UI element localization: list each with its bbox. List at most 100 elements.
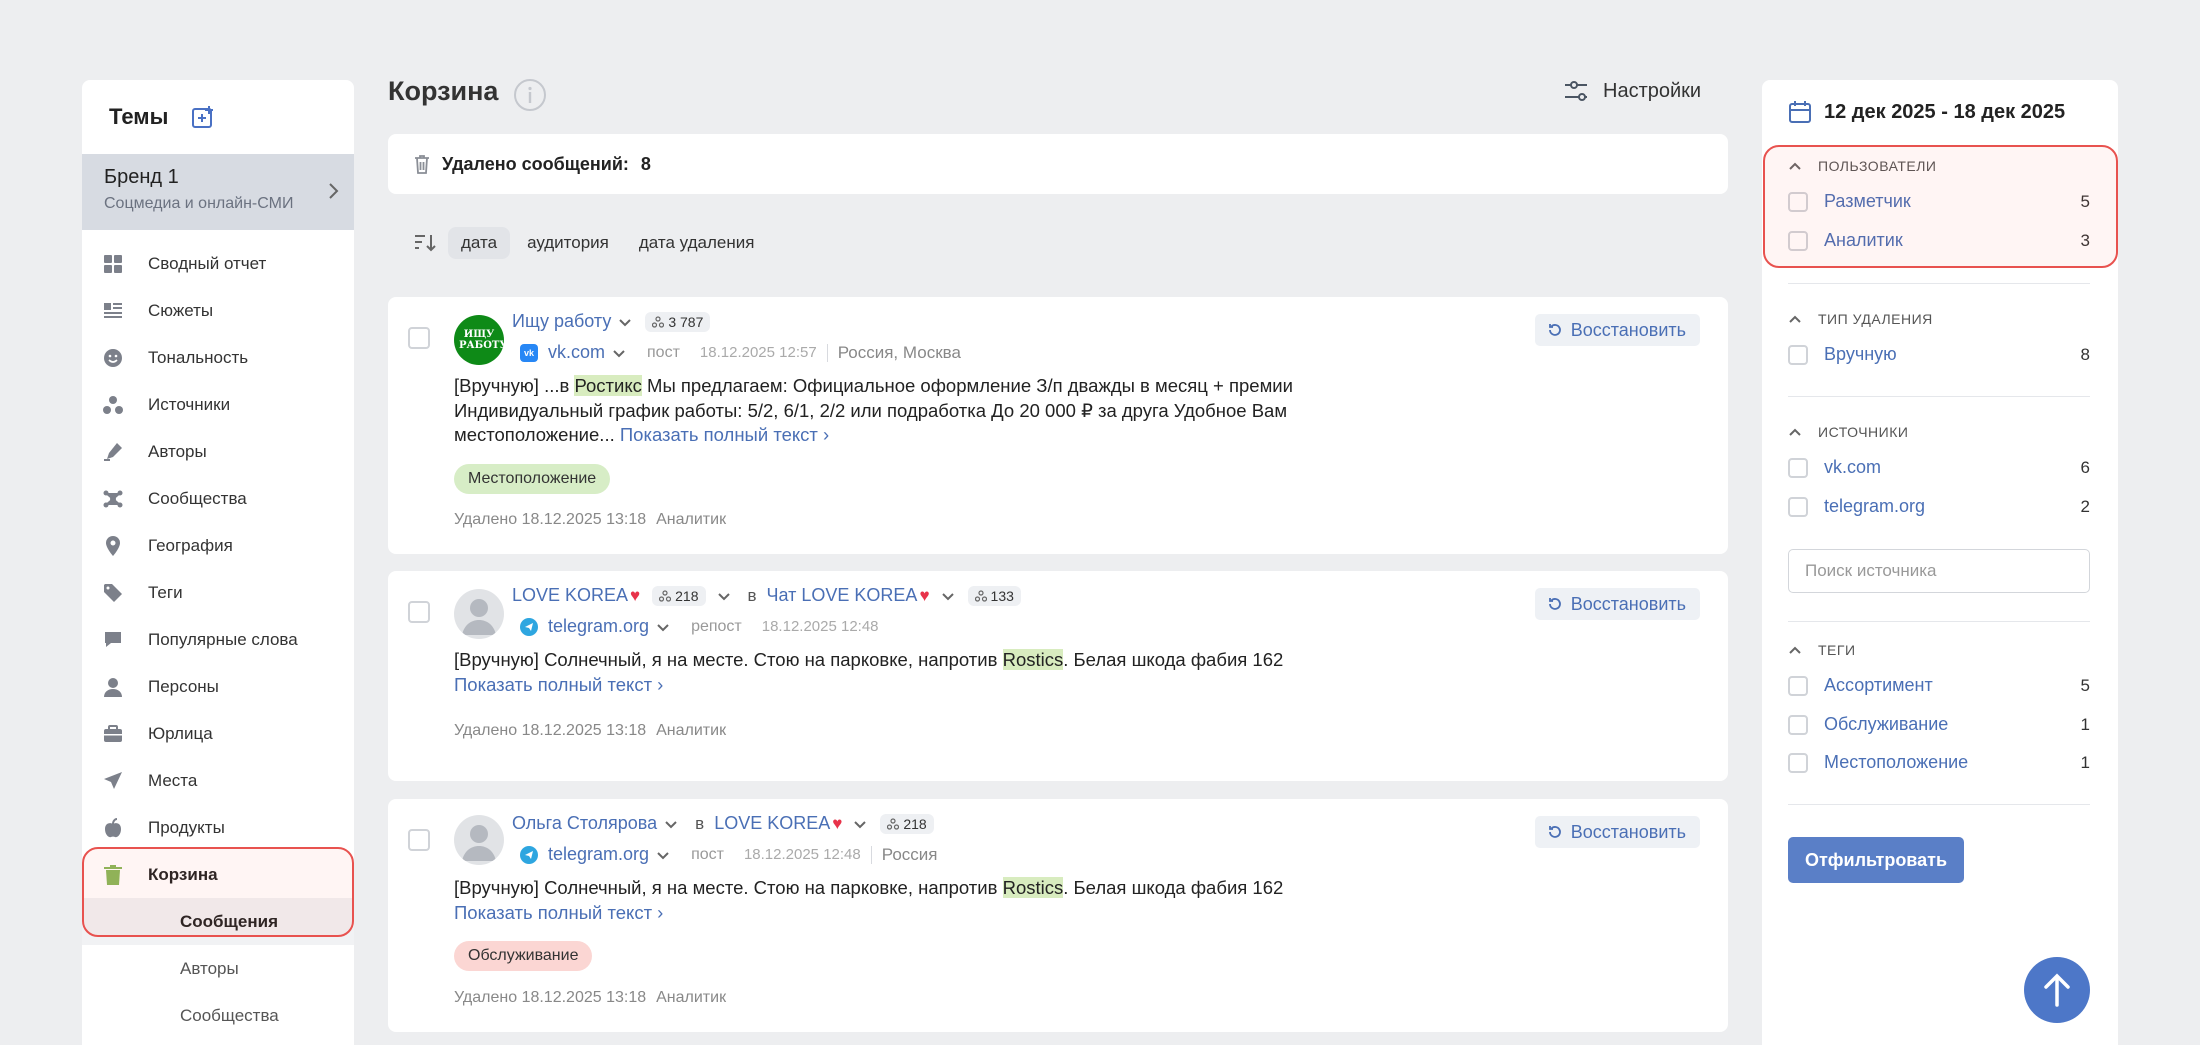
post-meta: telegram.org пост 18.12.2025 12:48 Росси… bbox=[520, 844, 937, 865]
scroll-to-top-button[interactable] bbox=[2024, 957, 2090, 1023]
sidebar-item-authors[interactable]: Авторы bbox=[82, 428, 354, 475]
author-link[interactable]: Ольга Столярова bbox=[512, 813, 657, 834]
sidebar-item-communities[interactable]: Сообщества bbox=[82, 475, 354, 522]
location-pin-icon bbox=[102, 535, 124, 557]
filter-option-tag[interactable]: Местоположение 1 bbox=[1788, 752, 2090, 773]
source-link[interactable]: vk.com bbox=[548, 342, 605, 363]
chevron-down-icon[interactable] bbox=[716, 588, 732, 604]
match-highlight: Ростикс bbox=[574, 375, 642, 396]
sidebar-item-label: Тональность bbox=[148, 347, 249, 367]
sidebar-item-geography[interactable]: География bbox=[82, 522, 354, 569]
post-tag[interactable]: Обслуживание bbox=[454, 941, 593, 971]
source-link[interactable]: telegram.org bbox=[548, 844, 649, 865]
audience-icon bbox=[974, 589, 987, 602]
show-full-text-link[interactable]: Показать полный текст › bbox=[620, 424, 829, 445]
filter-option-tag[interactable]: Обслуживание 1 bbox=[1788, 714, 2090, 735]
apply-filter-button[interactable]: Отфильтровать bbox=[1788, 837, 1964, 883]
sidebar-item-legal-entities[interactable]: Юрлица bbox=[82, 710, 354, 757]
post-tag[interactable]: Местоположение bbox=[454, 464, 611, 494]
community-link[interactable]: Чат LOVE KOREA bbox=[767, 585, 918, 606]
filter-section-sources[interactable]: ИСТОЧНИКИ bbox=[1788, 424, 1908, 440]
chevron-down-icon[interactable] bbox=[940, 588, 956, 604]
sort-icon[interactable] bbox=[412, 230, 438, 256]
filter-checkbox[interactable] bbox=[1788, 714, 1808, 735]
post-checkbox[interactable] bbox=[408, 829, 430, 851]
restore-button[interactable]: Восстановить bbox=[1534, 816, 1700, 848]
post-text: [Вручную] Солнечный, я на месте. Стою на… bbox=[454, 877, 1284, 923]
filter-checkbox[interactable] bbox=[1788, 752, 1808, 773]
community-link[interactable]: LOVE KOREA bbox=[714, 813, 830, 834]
filter-checkbox[interactable] bbox=[1788, 230, 1808, 251]
author-link[interactable]: Ищу работу bbox=[512, 311, 611, 332]
filter-option-source[interactable]: telegram.org 2 bbox=[1788, 496, 2090, 517]
show-full-text-link[interactable]: Показать полный текст › bbox=[454, 902, 663, 923]
filter-checkbox[interactable] bbox=[1788, 191, 1808, 212]
chevron-down-icon[interactable] bbox=[655, 619, 671, 635]
avatar[interactable] bbox=[454, 589, 504, 639]
sidebar-subitem-authors[interactable]: Авторы bbox=[82, 945, 354, 992]
info-icon[interactable] bbox=[513, 78, 547, 112]
filter-option-source[interactable]: vk.com 6 bbox=[1788, 457, 2090, 478]
source-link[interactable]: telegram.org bbox=[548, 616, 649, 637]
sidebar-item-persons[interactable]: Персоны bbox=[82, 663, 354, 710]
post-text: [Вручную] Солнечный, я на месте. Стою на… bbox=[454, 649, 1284, 695]
sidebar-item-sentiment[interactable]: Тональность bbox=[82, 334, 354, 381]
filter-checkbox[interactable] bbox=[1788, 457, 1808, 478]
heart-icon: ♥ bbox=[630, 585, 641, 605]
filter-section-users[interactable]: ПОЛЬЗОВАТЕЛИ bbox=[1788, 158, 1936, 174]
filter-checkbox[interactable] bbox=[1788, 675, 1808, 696]
post-header: Ольга Столярова в LOVE KOREA ♥ 218 bbox=[512, 813, 934, 834]
navigation-arrow-icon bbox=[102, 770, 124, 792]
source-search-input[interactable] bbox=[1788, 549, 2090, 593]
filter-option-tag[interactable]: Ассортимент 5 bbox=[1788, 675, 2090, 696]
sort-option-deletion-date[interactable]: дата удаления bbox=[626, 227, 768, 259]
brand-selector[interactable]: Бренд 1 Соцмедиа и онлайн-СМИ bbox=[82, 154, 354, 230]
filter-checkbox[interactable] bbox=[1788, 496, 1808, 517]
sidebar-item-popular-words[interactable]: Популярные слова bbox=[82, 616, 354, 663]
filter-option-deletion-type[interactable]: Вручную 8 bbox=[1788, 344, 2090, 365]
filter-section-tags[interactable]: ТЕГИ bbox=[1788, 642, 1856, 658]
post-type: репост bbox=[691, 617, 742, 635]
date-range-picker[interactable]: 12 дек 2025 - 18 дек 2025 bbox=[1788, 100, 2065, 124]
post-geo: Россия bbox=[881, 844, 938, 864]
sidebar-subitem-communities[interactable]: Сообщества bbox=[82, 992, 354, 1039]
avatar[interactable]: ИЩУ РАБОТУ bbox=[454, 315, 504, 365]
sidebar-item-summary[interactable]: Сводный отчет bbox=[82, 240, 354, 287]
filter-checkbox[interactable] bbox=[1788, 344, 1808, 365]
sidebar-item-label: Источники bbox=[148, 394, 231, 414]
sidebar-item-trash[interactable]: Корзина bbox=[82, 851, 354, 898]
post-checkbox[interactable] bbox=[408, 601, 430, 623]
sidebar-item-stories[interactable]: Сюжеты bbox=[82, 287, 354, 334]
chevron-down-icon[interactable] bbox=[617, 314, 633, 330]
avatar[interactable] bbox=[454, 815, 504, 865]
audience-badge: 218 bbox=[652, 585, 706, 606]
sidebar-item-products[interactable]: Продукты bbox=[82, 804, 354, 851]
in-label: в bbox=[747, 585, 757, 605]
chevron-down-icon[interactable] bbox=[655, 847, 671, 863]
sidebar-subitem-messages[interactable]: Сообщения bbox=[82, 898, 354, 945]
sort-option-audience[interactable]: аудитория bbox=[514, 227, 622, 259]
vk-icon: vk bbox=[520, 343, 538, 362]
restore-button[interactable]: Восстановить bbox=[1534, 314, 1700, 346]
chevron-down-icon[interactable] bbox=[852, 816, 868, 832]
filter-option-user[interactable]: Разметчик 5 bbox=[1788, 191, 2090, 212]
sidebar-item-tags[interactable]: Теги bbox=[82, 569, 354, 616]
sidebar-item-sources[interactable]: Источники bbox=[82, 381, 354, 428]
chevron-down-icon[interactable] bbox=[611, 345, 627, 361]
show-full-text-link[interactable]: Показать полный текст › bbox=[454, 674, 663, 695]
chevron-up-icon bbox=[1789, 646, 1801, 654]
post-checkbox[interactable] bbox=[408, 327, 430, 349]
filter-option-user[interactable]: Аналитик 3 bbox=[1788, 230, 2090, 251]
filter-section-deletion-type[interactable]: ТИП УДАЛЕНИЯ bbox=[1788, 311, 1933, 327]
sidebar-item-places[interactable]: Места bbox=[82, 757, 354, 804]
sort-option-date[interactable]: дата bbox=[448, 227, 511, 259]
author-link[interactable]: LOVE KOREA bbox=[512, 585, 628, 606]
chevron-down-icon[interactable] bbox=[663, 816, 679, 832]
add-topic-icon[interactable] bbox=[190, 103, 218, 131]
settings-button[interactable]: Настройки bbox=[1563, 78, 1701, 104]
divider bbox=[1788, 396, 2090, 397]
sidebar: Темы Бренд 1 Соцмедиа и онлайн-СМИ Сводн… bbox=[82, 80, 354, 1045]
sidebar-item-label: Авторы bbox=[148, 441, 207, 461]
restore-icon bbox=[1548, 324, 1561, 336]
restore-button[interactable]: Восстановить bbox=[1534, 588, 1700, 620]
